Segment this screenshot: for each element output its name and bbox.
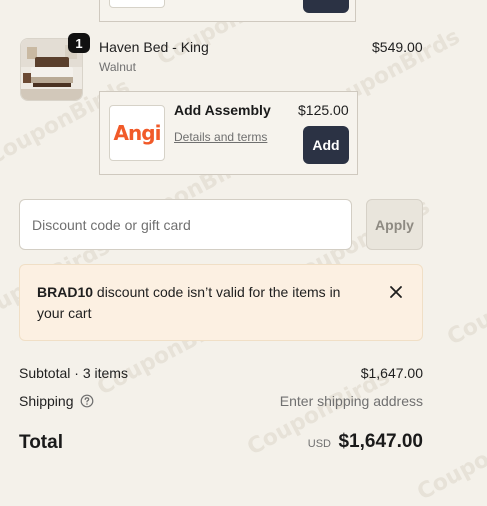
shipping-row: Shipping xyxy=(19,393,94,409)
logo-text: Angi xyxy=(113,121,162,145)
watermark: CouponBirds xyxy=(443,254,487,351)
discount-code-input[interactable] xyxy=(19,199,352,250)
help-icon[interactable] xyxy=(80,394,94,408)
currency-code: USD xyxy=(307,438,331,450)
details-and-terms-link[interactable]: Details and terms xyxy=(174,130,267,144)
dismiss-error-button[interactable] xyxy=(384,280,408,304)
shipping-label: Shipping xyxy=(19,393,74,409)
total-value: $1,647.00 xyxy=(338,431,423,452)
error-message: BRAD10 discount code isn’t valid for the… xyxy=(37,282,357,324)
watermark: CouponBirds xyxy=(413,409,487,506)
apply-button[interactable]: Apply xyxy=(366,199,423,250)
add-assembly-button[interactable]: Add xyxy=(303,126,349,164)
subtotal-label: Subtotal · 3 items xyxy=(19,365,128,381)
addon-title: Add Assembly xyxy=(174,102,271,118)
addon-logo-previous xyxy=(109,0,165,8)
product-variant: Walnut xyxy=(99,60,136,74)
product-price: $549.00 xyxy=(372,39,423,55)
product-title: Haven Bed - King xyxy=(99,39,209,55)
error-code: BRAD10 xyxy=(37,284,94,300)
add-button-previous[interactable] xyxy=(303,0,349,13)
subtotal-value: $1,647.00 xyxy=(360,365,423,381)
quantity-badge: 1 xyxy=(68,33,90,53)
close-icon xyxy=(390,286,402,298)
addon-price: $125.00 xyxy=(298,102,349,118)
total-label: Total xyxy=(19,432,63,453)
angi-logo: Angi xyxy=(109,105,165,161)
shipping-value: Enter shipping address xyxy=(279,393,423,409)
